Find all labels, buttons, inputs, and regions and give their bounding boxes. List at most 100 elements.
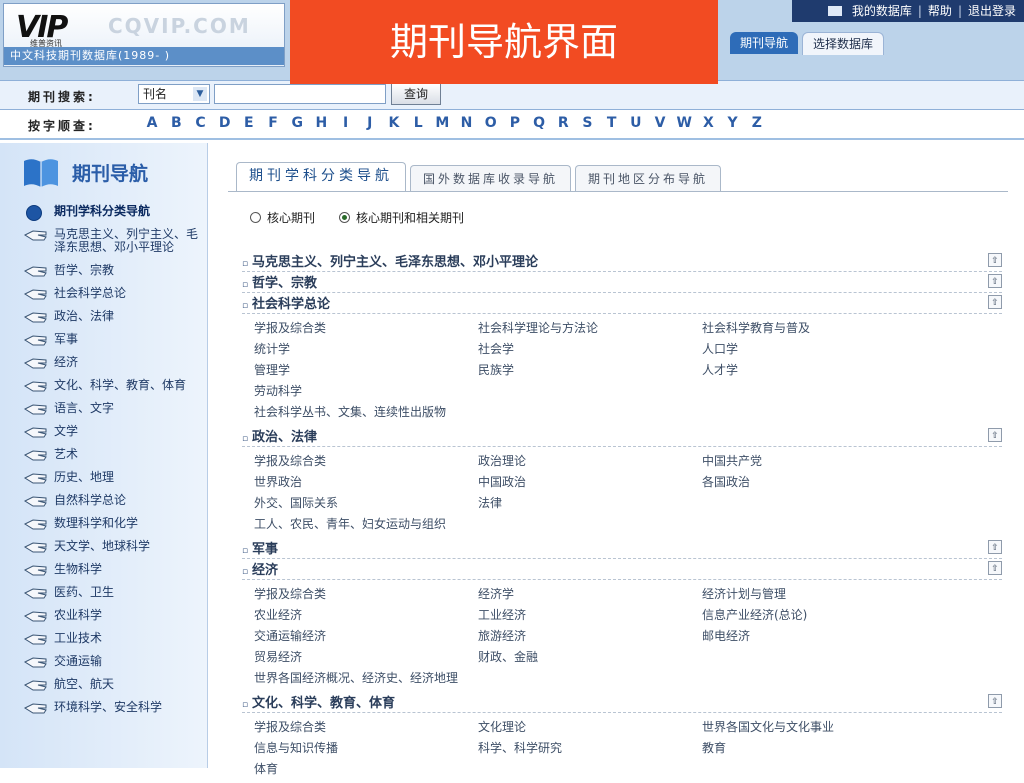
search-button[interactable]: 查询 — [391, 83, 441, 105]
alphabet-letter-a[interactable]: A — [140, 115, 164, 131]
nav-tab-journal[interactable]: 期刊导航 — [730, 32, 799, 54]
alphabet-letter-d[interactable]: D — [213, 115, 237, 131]
logout-link[interactable]: 退出登录 — [968, 0, 1016, 22]
sidebar-item-6[interactable]: 经济 — [0, 356, 208, 369]
sidebar-item-5[interactable]: 军事 — [0, 333, 208, 346]
subcategory-link[interactable]: 各国政治 — [702, 472, 962, 493]
subcategory-link[interactable]: 经济学 — [478, 584, 702, 605]
subcategory-link[interactable]: 科学、科学研究 — [478, 738, 702, 759]
alphabet-letter-t[interactable]: T — [600, 115, 624, 131]
category-title[interactable]: 文化、科学、教育、体育 — [252, 696, 395, 711]
alphabet-letter-g[interactable]: G — [285, 115, 309, 131]
subcategory-link[interactable]: 中国共产党 — [702, 451, 962, 472]
search-field-select[interactable]: 刊名 ▼ — [138, 84, 210, 104]
subcategory-link[interactable]: 学报及综合类 — [254, 717, 478, 738]
category-header[interactable]: ▫ 文化、科学、教育、体育 ⇧ — [242, 692, 1002, 713]
category-header[interactable]: ▫ 政治、法律 ⇧ — [242, 426, 1002, 447]
alphabet-letter-h[interactable]: H — [309, 115, 333, 131]
search-input[interactable] — [214, 84, 386, 104]
subcategory-link[interactable]: 世界各国文化与文化事业 — [702, 717, 962, 738]
alphabet-letter-c[interactable]: C — [188, 115, 212, 131]
collapse-icon[interactable]: ⇧ — [988, 428, 1002, 442]
category-header[interactable]: ▫ 社会科学总论 ⇧ — [242, 293, 1002, 314]
category-header[interactable]: ▫ 军事 ⇧ — [242, 538, 1002, 559]
category-header[interactable]: ▫ 经济 ⇧ — [242, 559, 1002, 580]
sidebar-item-8[interactable]: 语言、文字 — [0, 402, 208, 415]
subcategory-link[interactable]: 教育 — [702, 738, 962, 759]
alphabet-letter-w[interactable]: W — [672, 115, 696, 131]
my-database-link[interactable]: 我的数据库 — [852, 0, 912, 22]
alphabet-letter-j[interactable]: J — [358, 115, 382, 131]
subcategory-link[interactable]: 世界各国经济概况、经济史、经济地理 — [254, 668, 702, 689]
subcategory-link[interactable]: 邮电经济 — [702, 626, 962, 647]
subcategory-link[interactable]: 学报及综合类 — [254, 584, 478, 605]
subcategory-link[interactable]: 信息与知识传播 — [254, 738, 478, 759]
sidebar-item-2[interactable]: 哲学、宗教 — [0, 264, 208, 277]
sidebar-item-0[interactable]: 期刊学科分类导航 — [0, 205, 208, 221]
alphabet-letter-x[interactable]: X — [696, 115, 720, 131]
subcategory-link[interactable]: 民族学 — [478, 360, 702, 381]
subcategory-link[interactable]: 管理学 — [254, 360, 478, 381]
alphabet-letter-s[interactable]: S — [575, 115, 599, 131]
category-title[interactable]: 社会科学总论 — [252, 297, 330, 312]
subcategory-link[interactable]: 财政、金融 — [478, 647, 702, 668]
subcategory-link[interactable]: 体育 — [254, 759, 478, 780]
sidebar-item-16[interactable]: 医药、卫生 — [0, 586, 208, 599]
alphabet-letter-k[interactable]: K — [382, 115, 406, 131]
alphabet-letter-r[interactable]: R — [551, 115, 575, 131]
subcategory-link[interactable]: 学报及综合类 — [254, 451, 478, 472]
collapse-icon[interactable]: ⇧ — [988, 295, 1002, 309]
alphabet-letter-p[interactable]: P — [503, 115, 527, 131]
subcategory-link[interactable]: 旅游经济 — [478, 626, 702, 647]
alphabet-letter-z[interactable]: Z — [745, 115, 769, 131]
subcategory-link[interactable]: 政治理论 — [478, 451, 702, 472]
radio-core-and-related-journals[interactable]: 核心期刊和相关期刊 — [339, 209, 464, 226]
sidebar-item-17[interactable]: 农业科学 — [0, 609, 208, 622]
alphabet-letter-y[interactable]: Y — [721, 115, 745, 131]
nav-tab-select-database[interactable]: 选择数据库 — [802, 32, 885, 55]
sidebar-item-19[interactable]: 交通运输 — [0, 655, 208, 668]
alphabet-letter-e[interactable]: E — [237, 115, 261, 131]
tab-foreign-database-navigation[interactable]: 国外数据库收录导航 — [410, 165, 572, 192]
category-title[interactable]: 军事 — [252, 542, 278, 557]
sidebar-item-12[interactable]: 自然科学总论 — [0, 494, 208, 507]
subcategory-link[interactable]: 贸易经济 — [254, 647, 478, 668]
radio-circle[interactable] — [250, 212, 261, 223]
alphabet-letter-o[interactable]: O — [479, 115, 503, 131]
subcategory-link[interactable]: 社会科学丛书、文集、连续性出版物 — [254, 402, 702, 423]
sidebar-item-13[interactable]: 数理科学和化学 — [0, 517, 208, 530]
radio-core-journals[interactable]: 核心期刊 — [250, 209, 315, 226]
category-title[interactable]: 哲学、宗教 — [252, 276, 317, 291]
sidebar-item-10[interactable]: 艺术 — [0, 448, 208, 461]
subcategory-link[interactable]: 人口学 — [702, 339, 962, 360]
collapse-icon[interactable]: ⇧ — [988, 694, 1002, 708]
alphabet-letter-q[interactable]: Q — [527, 115, 551, 131]
alphabet-letter-u[interactable]: U — [624, 115, 648, 131]
subcategory-link[interactable]: 工人、农民、青年、妇女运动与组织 — [254, 514, 702, 535]
collapse-icon[interactable]: ⇧ — [988, 561, 1002, 575]
sidebar-item-18[interactable]: 工业技术 — [0, 632, 208, 645]
alphabet-letter-n[interactable]: N — [454, 115, 478, 131]
category-header[interactable]: ▫ 哲学、宗教 ⇧ — [242, 272, 1002, 293]
subcategory-link[interactable]: 信息产业经济(总论) — [702, 605, 962, 626]
collapse-icon[interactable]: ⇧ — [988, 540, 1002, 554]
subcategory-link[interactable]: 劳动科学 — [254, 381, 478, 402]
sidebar-item-20[interactable]: 航空、航天 — [0, 678, 208, 691]
subcategory-link[interactable]: 外交、国际关系 — [254, 493, 478, 514]
subcategory-link[interactable]: 社会科学理论与方法论 — [478, 318, 702, 339]
subcategory-link[interactable]: 社会科学教育与普及 — [702, 318, 962, 339]
logo[interactable]: VIP 维普资讯 CQVIP.COM 中文科技期刊数据库(1989- ) — [3, 3, 285, 67]
subcategory-link[interactable]: 法律 — [478, 493, 702, 514]
subcategory-link[interactable]: 学报及综合类 — [254, 318, 478, 339]
subcategory-link[interactable]: 社会学 — [478, 339, 702, 360]
help-link[interactable]: 帮助 — [928, 0, 952, 22]
tab-region-navigation[interactable]: 期刊地区分布导航 — [575, 165, 722, 192]
sidebar-item-15[interactable]: 生物科学 — [0, 563, 208, 576]
sidebar-item-14[interactable]: 天文学、地球科学 — [0, 540, 208, 553]
category-title[interactable]: 马克思主义、列宁主义、毛泽东思想、邓小平理论 — [252, 255, 538, 270]
sidebar-item-1[interactable]: 马克思主义、列宁主义、毛泽东思想、邓小平理论 — [0, 228, 208, 254]
collapse-icon[interactable]: ⇧ — [988, 253, 1002, 267]
subcategory-link[interactable]: 经济计划与管理 — [702, 584, 962, 605]
alphabet-letter-b[interactable]: B — [164, 115, 188, 131]
alphabet-letter-l[interactable]: L — [406, 115, 430, 131]
